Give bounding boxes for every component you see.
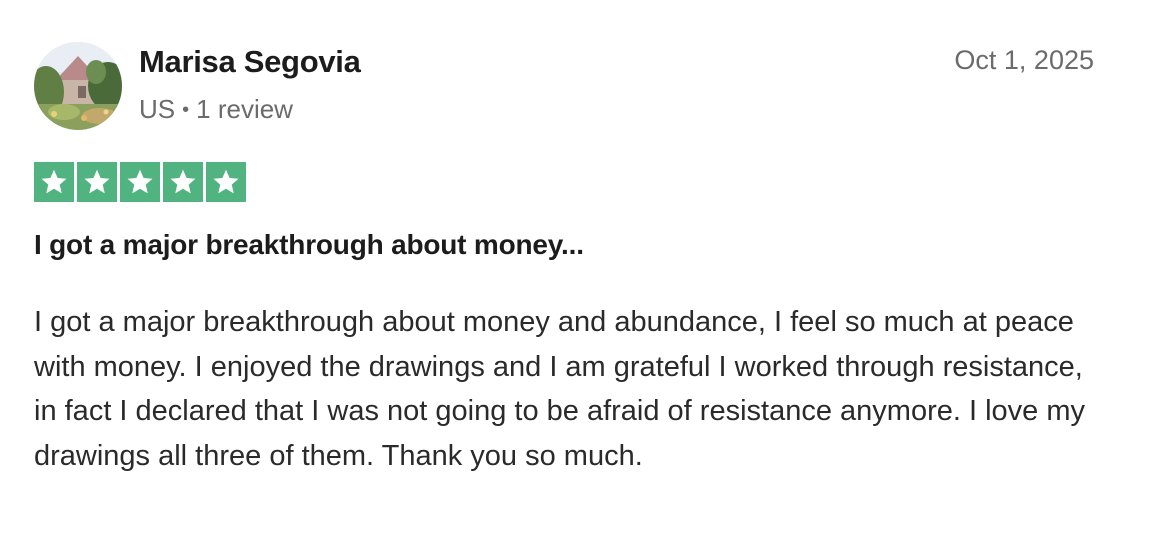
reviewer-name[interactable]: Marisa Segovia [139, 44, 361, 80]
review-card: Marisa Segovia US • 1 review Oct 1, 2025… [0, 0, 1160, 536]
review-body: I got a major breakthrough about money a… [34, 306, 1085, 472]
reviewer-meta: US • 1 review [139, 94, 293, 125]
star-icon [163, 162, 203, 202]
reviewer-country: US [139, 94, 176, 124]
reviewer-review-count: 1 review [196, 94, 293, 124]
review-title[interactable]: I got a major breakthrough about money..… [34, 229, 584, 261]
star-icon [77, 162, 117, 202]
star-icon [206, 162, 246, 202]
avatar-image [34, 42, 122, 130]
meta-separator: • [182, 98, 190, 121]
review-date: Oct 1, 2025 [954, 45, 1094, 75]
star-icon [34, 162, 74, 202]
avatar[interactable] [34, 42, 122, 130]
star-rating [34, 162, 246, 202]
star-icon [120, 162, 160, 202]
